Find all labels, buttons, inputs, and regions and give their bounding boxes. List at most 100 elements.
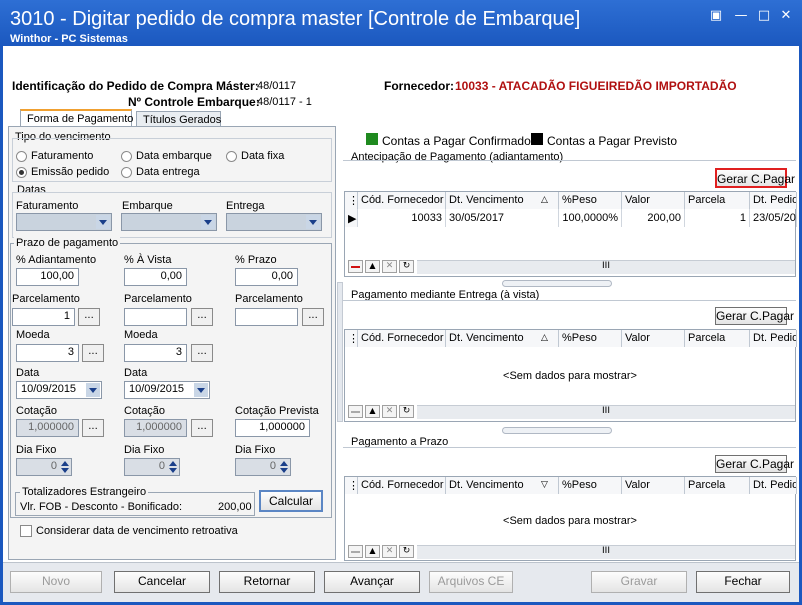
sort-asc-icon: △ bbox=[541, 333, 548, 343]
entrega-date-combo[interactable] bbox=[226, 213, 322, 231]
parcelamento-input-1[interactable]: 1 bbox=[12, 308, 75, 326]
col-parcela[interactable]: Parcela bbox=[685, 192, 750, 209]
horizontal-scrollbar[interactable]: III bbox=[417, 405, 795, 419]
close-icon[interactable]: ✕ bbox=[778, 9, 794, 23]
col-peso[interactable]: %Peso bbox=[559, 477, 622, 494]
cotacao-lookup-button[interactable]: ... bbox=[191, 419, 213, 437]
move-up-icon[interactable]: ▲ bbox=[365, 260, 380, 273]
cell-valor[interactable]: 200,00 bbox=[622, 209, 685, 227]
horizontal-scrollbar[interactable]: III bbox=[417, 545, 795, 559]
gerar-cpagar-button-1[interactable]: Gerar C.Pagar bbox=[715, 168, 795, 188]
supplier-value: 10033 - ATACADÃO FIGUEIREDÃO IMPORTADÃO bbox=[455, 79, 737, 93]
col-valor[interactable]: Valor bbox=[622, 477, 685, 494]
retornar-button[interactable]: Retornar bbox=[219, 571, 315, 593]
parcelamento-lookup-button[interactable]: ... bbox=[191, 308, 213, 326]
panel-splitter[interactable] bbox=[337, 282, 343, 422]
section-splitter[interactable] bbox=[502, 427, 612, 434]
cell-peso[interactable]: 100,0000% bbox=[559, 209, 622, 227]
move-up-icon[interactable]: ▲ bbox=[365, 545, 380, 558]
cancel-edit-icon[interactable]: ✕ bbox=[382, 545, 397, 558]
cancelar-button[interactable]: Cancelar bbox=[114, 571, 210, 593]
data-date-combo-2[interactable]: 10/09/2015 bbox=[124, 381, 210, 399]
cancel-edit-icon[interactable]: ✕ bbox=[382, 260, 397, 273]
data-label: Data bbox=[124, 367, 148, 379]
refresh-icon[interactable]: ↻ bbox=[399, 545, 414, 558]
parcelamento-input-2[interactable] bbox=[124, 308, 187, 326]
dia-fixo-label: Dia Fixo bbox=[16, 444, 57, 456]
control-value: 48/0117 - 1 bbox=[257, 96, 312, 108]
delete-record-icon[interactable] bbox=[348, 260, 363, 273]
col-parcela[interactable]: Parcela bbox=[685, 477, 750, 494]
avancar-button[interactable]: Avançar bbox=[324, 571, 420, 593]
horizontal-scrollbar[interactable]: III bbox=[417, 260, 795, 274]
cotacao-prevista-input[interactable]: 1,000000 bbox=[235, 419, 310, 437]
antecipacao-title: Antecipação de Pagamento (adiantamento) bbox=[351, 151, 564, 163]
cell-dt-vencimento[interactable]: 30/05/2017 bbox=[446, 209, 559, 227]
cancel-edit-icon[interactable]: ✕ bbox=[382, 405, 397, 418]
refresh-icon[interactable]: ↻ bbox=[399, 405, 414, 418]
spinner-icon[interactable] bbox=[279, 459, 289, 475]
col-dt-pedido[interactable]: Dt. Pedido bbox=[750, 192, 797, 209]
minimize-icon[interactable]: — bbox=[733, 9, 749, 23]
parcelamento-lookup-button[interactable]: ... bbox=[302, 308, 324, 326]
moeda-lookup-button[interactable]: ... bbox=[82, 344, 104, 362]
gerar-cpagar-button-2[interactable]: Gerar C.Pagar bbox=[715, 307, 794, 325]
col-parcela[interactable]: Parcela bbox=[685, 330, 750, 347]
col-peso[interactable]: %Peso bbox=[559, 330, 622, 347]
cell-parcela[interactable]: 1 bbox=[685, 209, 750, 227]
radio-data-fixa[interactable] bbox=[226, 151, 237, 165]
radio-label: Data embarque bbox=[136, 150, 212, 162]
col-peso[interactable]: %Peso bbox=[559, 192, 622, 209]
adiantamento-input[interactable]: 100,00 bbox=[16, 268, 79, 286]
parcelamento-lookup-button[interactable]: ... bbox=[78, 308, 100, 326]
restore-icon[interactable]: ▣ bbox=[708, 9, 724, 23]
delete-record-icon[interactable] bbox=[348, 405, 363, 418]
maximize-icon[interactable]: □ bbox=[756, 9, 772, 23]
section-splitter[interactable] bbox=[502, 280, 612, 287]
moeda-lookup-button[interactable]: ... bbox=[191, 344, 213, 362]
radio-data-embarque[interactable] bbox=[121, 151, 132, 165]
col-cod-fornecedor[interactable]: Cód. Fornecedor bbox=[358, 330, 446, 347]
col-cod-fornecedor[interactable]: Cód. Fornecedor bbox=[358, 192, 446, 209]
gravar-button[interactable]: Gravar bbox=[591, 571, 687, 593]
parcelamento-input-3[interactable] bbox=[235, 308, 298, 326]
dia-fixo-label: Dia Fixo bbox=[235, 444, 276, 456]
col-valor[interactable]: Valor bbox=[622, 330, 685, 347]
data-date-combo-1[interactable]: 10/09/2015 bbox=[16, 381, 102, 399]
column-chooser-icon[interactable]: ⋮ bbox=[345, 330, 358, 347]
retroativa-label: Considerar data de vencimento retroativa bbox=[36, 525, 238, 537]
radio-emissao-pedido[interactable] bbox=[16, 167, 27, 181]
radio-data-entrega[interactable] bbox=[121, 167, 132, 181]
col-dt-pedido[interactable]: Dt. Pedido bbox=[750, 477, 797, 494]
faturamento-date-combo[interactable] bbox=[16, 213, 112, 231]
embarque-date-combo[interactable] bbox=[121, 213, 217, 231]
refresh-icon[interactable]: ↻ bbox=[399, 260, 414, 273]
moeda-input-2[interactable]: 3 bbox=[124, 344, 187, 362]
novo-button[interactable]: Novo bbox=[10, 571, 102, 593]
calcular-button[interactable]: Calcular bbox=[259, 490, 323, 512]
move-up-icon[interactable]: ▲ bbox=[365, 405, 380, 418]
spinner-icon[interactable] bbox=[60, 459, 70, 475]
gerar-cpagar-button-3[interactable]: Gerar C.Pagar bbox=[715, 455, 794, 473]
fechar-button[interactable]: Fechar bbox=[696, 571, 790, 593]
delete-record-icon[interactable] bbox=[348, 545, 363, 558]
col-valor[interactable]: Valor bbox=[622, 192, 685, 209]
column-chooser-icon[interactable]: ⋮ bbox=[345, 192, 358, 209]
col-dt-pedido[interactable]: Dt. Pedido bbox=[750, 330, 797, 347]
avista-input[interactable]: 0,00 bbox=[124, 268, 187, 286]
window-title: 3010 - Digitar pedido de compra master [… bbox=[10, 8, 581, 30]
moeda-input-1[interactable]: 3 bbox=[16, 344, 79, 362]
spinner-icon[interactable] bbox=[168, 459, 178, 475]
radio-faturamento[interactable] bbox=[16, 151, 27, 165]
column-chooser-icon[interactable]: ⋮ bbox=[345, 477, 358, 494]
parcelamento-label: Parcelamento bbox=[12, 293, 80, 305]
cell-dt-pedido[interactable]: 23/05/20 bbox=[750, 209, 797, 227]
cotacao-input-1: 1,000000 bbox=[16, 419, 79, 437]
retroativa-checkbox[interactable] bbox=[20, 525, 32, 537]
prazo-input[interactable]: 0,00 bbox=[235, 268, 298, 286]
cotacao-lookup-button[interactable]: ... bbox=[82, 419, 104, 437]
cell-cod-fornecedor[interactable]: 10033 bbox=[358, 209, 446, 227]
col-cod-fornecedor[interactable]: Cód. Fornecedor bbox=[358, 477, 446, 494]
window-subtitle: Winthor - PC Sistemas bbox=[10, 33, 128, 45]
arquivos-ce-button[interactable]: Arquivos CE bbox=[429, 571, 513, 593]
